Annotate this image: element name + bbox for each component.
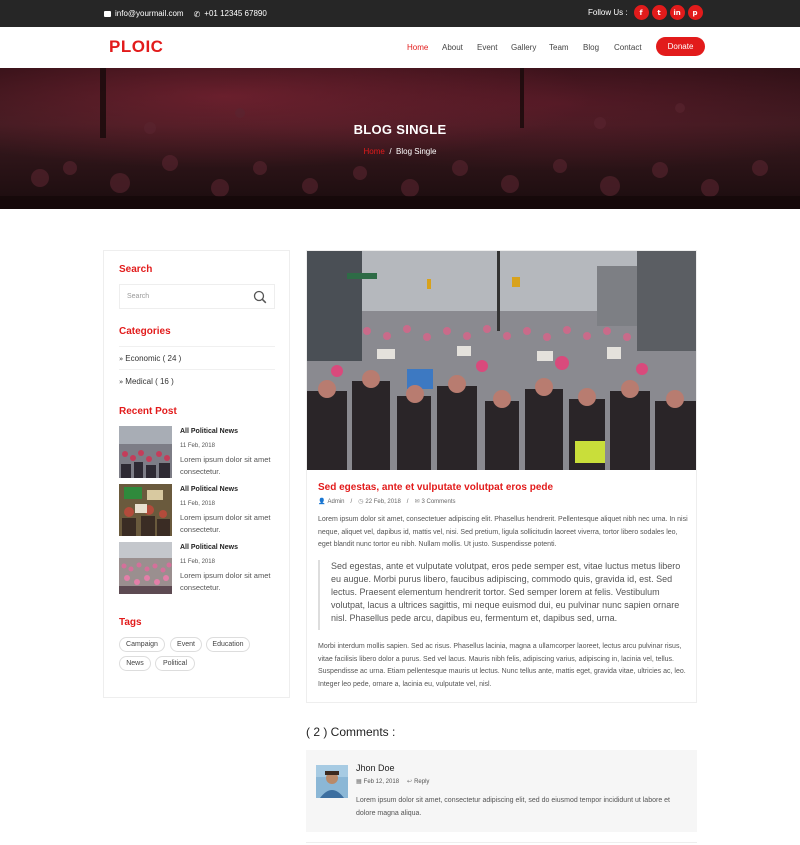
contact-phone[interactable]: +01 12345 67890 [204,9,267,18]
nav-contact[interactable]: Contact [614,43,642,52]
category-item[interactable]: » Medical ( 16 ) [119,369,275,392]
categories-heading: Categories [119,326,171,337]
facebook-icon[interactable]: f [633,5,649,20]
linkedin-icon[interactable]: in [669,5,685,20]
nav-gallery[interactable]: Gallery [511,43,536,52]
comment-meta: ▦ Feb 12, 2018 ↩ Reply [356,778,429,785]
post-excerpt: Lorem ipsum dolor sit amet consectetur. [180,513,271,534]
article-blockquote: Sed egestas, ante et vulputate volutpat,… [318,560,689,630]
tag-news[interactable]: News [119,656,151,671]
reply-icon[interactable]: ↩ [407,778,412,785]
nav-team[interactable]: Team [549,43,569,52]
post-thumbnail[interactable] [119,484,172,536]
double-chevron-icon: » [119,355,124,363]
nav-blog[interactable]: Blog [583,43,599,52]
blog-article: Sed egestas, ante et vulputate volutpat … [306,250,697,703]
page-title: BLOG SINGLE [353,122,447,137]
article-meta: 👤 Admin / ◷ 22 Feb, 2018 / ✉ 3 Comments [318,498,456,505]
mail-icon [104,10,111,17]
comments-heading: ( 2 ) Comments : [306,725,396,739]
post-excerpt: Lorem ipsum dolor sit amet consectetur. [180,455,271,476]
contact-email[interactable]: info@yourmail.com [115,9,184,18]
article-paragraph: Lorem ipsum dolor sit amet, consectetuer… [318,516,688,548]
breadcrumb-current: Blog Single [396,147,437,156]
comment-icon: ✉ [414,498,420,505]
breadcrumb: Home / Blog Single [0,147,800,156]
contact-info: info@yourmail.com ✆ +01 12345 67890 [104,9,267,18]
breadcrumb-home[interactable]: Home [364,147,385,156]
recent-post-item[interactable]: All Political News 11 Feb, 2018 Lorem ip… [119,484,279,536]
article-date: 22 Feb, 2018 [365,498,401,505]
tag-event[interactable]: Event [170,637,202,652]
donate-button[interactable]: Donate [656,37,705,56]
nav-about[interactable]: About [442,43,463,52]
post-title[interactable]: All Political News [180,544,238,551]
tag-education[interactable]: Education [206,637,250,652]
category-label: Economic ( 24 ) [125,354,182,363]
article-author[interactable]: Admin [327,499,344,505]
post-title[interactable]: All Political News [180,428,238,435]
post-excerpt: Lorem ipsum dolor sit amet consectetur. [180,571,271,592]
post-date: 11 Feb, 2018 [180,559,215,565]
comment-item: Jhon Doe ▦ Feb 12, 2018 ↩ Reply Lorem ip… [306,750,697,832]
breadcrumb-separator: / [389,147,392,156]
site-header: PLOIC Home About Event Gallery Team Blog… [0,27,800,68]
article-comments-count[interactable]: 3 Comments [422,499,456,505]
nav-home[interactable]: Home [407,43,428,52]
site-logo[interactable]: PLOIC [109,37,163,57]
article-paragraph: Morbi interdum mollis sapien. Sed ac ris… [318,643,686,688]
search-placeholder: Search [127,293,150,300]
top-bar: info@yourmail.com ✆ +01 12345 67890 Foll… [0,0,800,27]
post-date: 11 Feb, 2018 [180,443,215,449]
divider [306,842,697,843]
follow-label: Follow Us : [588,8,628,17]
tag-campaign[interactable]: Campaign [119,637,165,652]
sidebar: Search Search Categories » Economic ( 24 … [103,250,290,698]
post-title[interactable]: All Political News [180,486,238,493]
recent-post-item[interactable]: All Political News 11 Feb, 2018 Lorem ip… [119,426,279,478]
commenter-name: Jhon Doe [356,763,395,773]
reply-link[interactable]: Reply [414,779,429,785]
category-label: Medical ( 16 ) [125,377,174,386]
category-item[interactable]: » Economic ( 24 ) [119,346,275,369]
comment-date: Feb 12, 2018 [363,778,400,785]
commenter-avatar [316,765,348,798]
page-banner: BLOG SINGLE Home / Blog Single [0,68,800,209]
comment-text: Lorem ipsum dolor sit amet, consectetur … [356,797,670,817]
phone-icon: ✆ [193,9,201,19]
double-chevron-icon: » [119,378,124,386]
twitter-icon[interactable]: t [651,5,667,20]
search-icon[interactable] [253,290,267,304]
user-icon: 👤 [318,498,326,505]
recent-post-heading: Recent Post [119,406,177,417]
post-thumbnail[interactable] [119,542,172,594]
social-links: Follow Us : f t in p [588,5,703,20]
article-hero-image [307,251,696,470]
search-input[interactable]: Search [119,284,275,309]
tag-political[interactable]: Political [155,656,195,671]
post-thumbnail[interactable] [119,426,172,478]
search-heading: Search [119,264,153,275]
crowd-background-image [0,68,800,209]
clock-icon: ◷ [358,498,364,505]
pinterest-icon[interactable]: p [687,5,703,20]
recent-post-item[interactable]: All Political News 11 Feb, 2018 Lorem ip… [119,542,279,594]
article-title[interactable]: Sed egestas, ante et vulputate volutpat … [318,482,553,493]
post-date: 11 Feb, 2018 [180,501,215,507]
calendar-icon: ▦ [356,778,362,785]
tags-heading: Tags [119,617,142,628]
nav-event[interactable]: Event [477,43,497,52]
